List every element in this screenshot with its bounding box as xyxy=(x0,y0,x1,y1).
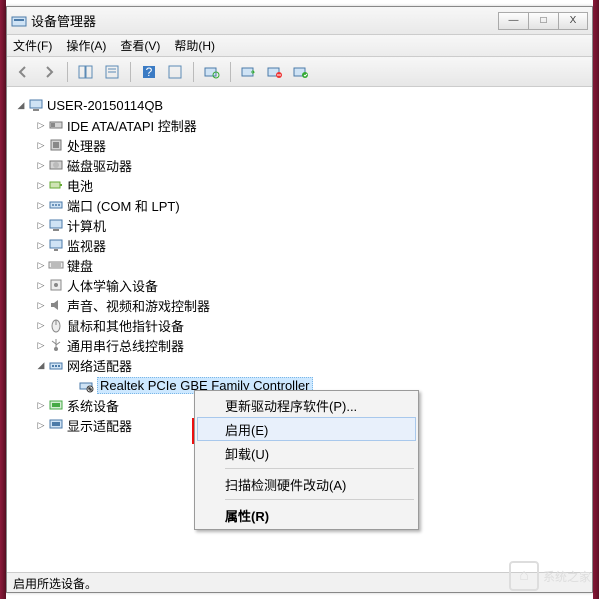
computer-icon xyxy=(47,217,65,233)
expand-icon[interactable]: ▷ xyxy=(35,220,47,231)
cm-separator xyxy=(225,468,414,469)
expand-icon[interactable]: ▷ xyxy=(35,320,47,331)
window-title: 设备管理器 xyxy=(31,11,498,30)
cm-properties[interactable]: 属性(R) xyxy=(197,503,416,527)
expand-icon[interactable]: ▷ xyxy=(35,280,47,291)
maximize-button[interactable]: □ xyxy=(528,12,558,30)
show-hide-tree-button[interactable] xyxy=(74,60,98,84)
computer-icon xyxy=(27,97,45,113)
tree-item-label: 通用串行总线控制器 xyxy=(67,336,184,355)
nav-fwd-button[interactable] xyxy=(37,60,61,84)
statusbar: 启用所选设备。 xyxy=(7,572,592,592)
tree-item[interactable]: ▷ 鼠标和其他指针设备 xyxy=(15,315,584,335)
tree-item-label: 监视器 xyxy=(67,236,106,255)
tree-item[interactable]: ▷ IDE ATA/ATAPI 控制器 xyxy=(15,115,584,135)
tree-item[interactable]: ▷ 通用串行总线控制器 xyxy=(15,335,584,355)
tree-item-label: 电池 xyxy=(67,176,93,195)
tree-item-label: 端口 (COM 和 LPT) xyxy=(67,196,180,215)
hid-icon xyxy=(47,277,65,293)
tree-root[interactable]: ◢ USER-20150114QB xyxy=(15,95,584,115)
expand-icon[interactable]: ▷ xyxy=(35,300,47,311)
cpu-icon xyxy=(47,137,65,153)
tree-item-label: 计算机 xyxy=(67,216,106,235)
tree-item[interactable]: ▷ 人体学输入设备 xyxy=(15,275,584,295)
network-icon xyxy=(47,357,65,373)
expand-icon[interactable]: ▷ xyxy=(35,240,47,251)
minimize-button[interactable]: — xyxy=(498,12,528,30)
mouse-icon xyxy=(47,317,65,333)
tree-item-label: 显示适配器 xyxy=(67,416,132,435)
close-button[interactable]: X xyxy=(558,12,588,30)
display-icon xyxy=(47,417,65,433)
usb-icon xyxy=(47,337,65,353)
tree-item[interactable]: ▷ 端口 (COM 和 LPT) xyxy=(15,195,584,215)
expand-icon[interactable]: ▷ xyxy=(35,400,47,411)
cm-separator xyxy=(225,499,414,500)
expand-icon[interactable]: ▷ xyxy=(35,340,47,351)
tree-item[interactable]: ▷ 声音、视频和游戏控制器 xyxy=(15,295,584,315)
port-icon xyxy=(47,197,65,213)
tree-item-label: 键盘 xyxy=(67,256,93,275)
action-button[interactable] xyxy=(163,60,187,84)
expand-icon[interactable]: ▷ xyxy=(35,180,47,191)
titlebar[interactable]: 设备管理器 — □ X xyxy=(7,7,592,35)
tree-item-label: 声音、视频和游戏控制器 xyxy=(67,296,210,315)
expand-icon[interactable]: ◢ xyxy=(35,360,47,371)
help-button[interactable]: ? xyxy=(137,60,161,84)
tree-item-label: IDE ATA/ATAPI 控制器 xyxy=(67,116,197,135)
tree-item[interactable]: ▷ 电池 xyxy=(15,175,584,195)
expand-icon[interactable]: ▷ xyxy=(35,120,47,131)
nic-disabled-icon xyxy=(77,377,95,393)
expand-icon[interactable]: ▷ xyxy=(35,200,47,211)
tree-item-label: 处理器 xyxy=(67,136,106,155)
expand-icon[interactable]: ▷ xyxy=(35,160,47,171)
sound-icon xyxy=(47,297,65,313)
keyboard-icon xyxy=(47,257,65,273)
system-icon xyxy=(47,397,65,413)
monitor-icon xyxy=(47,237,65,253)
enable-button[interactable] xyxy=(237,60,261,84)
properties-button[interactable] xyxy=(100,60,124,84)
collapse-icon[interactable]: ◢ xyxy=(15,100,27,111)
toolbar: ? xyxy=(7,57,592,87)
menu-view[interactable]: 查看(V) xyxy=(120,37,160,54)
cm-scan[interactable]: 扫描检测硬件改动(A) xyxy=(197,472,416,496)
app-icon xyxy=(11,13,27,29)
menu-help[interactable]: 帮助(H) xyxy=(174,37,215,54)
tree-item[interactable]: ▷ 计算机 xyxy=(15,215,584,235)
nav-back-button[interactable] xyxy=(11,60,35,84)
tree-item-label: 磁盘驱动器 xyxy=(67,156,132,175)
tree-item[interactable]: ▷ 键盘 xyxy=(15,255,584,275)
tree-item[interactable]: ▷ 处理器 xyxy=(15,135,584,155)
expand-icon[interactable]: ▷ xyxy=(35,140,47,151)
cm-enable[interactable]: 启用(E) xyxy=(197,417,416,441)
cm-update-driver[interactable]: 更新驱动程序软件(P)... xyxy=(197,393,416,417)
tree-item[interactable]: ▷ 磁盘驱动器 xyxy=(15,155,584,175)
cm-uninstall[interactable]: 卸载(U) xyxy=(197,441,416,465)
battery-icon xyxy=(47,177,65,193)
tree-item-label: 鼠标和其他指针设备 xyxy=(67,316,184,335)
menubar: 文件(F) 操作(A) 查看(V) 帮助(H) xyxy=(7,35,592,57)
menu-action[interactable]: 操作(A) xyxy=(66,37,106,54)
disk-icon xyxy=(47,157,65,173)
uninstall-button[interactable] xyxy=(263,60,287,84)
svg-text:?: ? xyxy=(146,65,153,79)
menu-file[interactable]: 文件(F) xyxy=(13,37,52,54)
tree-item-label: 网络适配器 xyxy=(67,356,132,375)
ide-icon xyxy=(47,117,65,133)
tree-item[interactable]: ▷ 监视器 xyxy=(15,235,584,255)
update-driver-button[interactable] xyxy=(289,60,313,84)
context-menu: 更新驱动程序软件(P)... 启用(E) 卸载(U) 扫描检测硬件改动(A) 属… xyxy=(194,390,419,530)
scan-hardware-button[interactable] xyxy=(200,60,224,84)
tree-item-label: 人体学输入设备 xyxy=(67,276,158,295)
expand-icon[interactable]: ▷ xyxy=(35,420,47,431)
expand-icon[interactable]: ▷ xyxy=(35,260,47,271)
status-text: 启用所选设备。 xyxy=(13,577,97,591)
tree-item-label: 系统设备 xyxy=(67,396,119,415)
tree-item[interactable]: ◢ 网络适配器 xyxy=(15,355,584,375)
